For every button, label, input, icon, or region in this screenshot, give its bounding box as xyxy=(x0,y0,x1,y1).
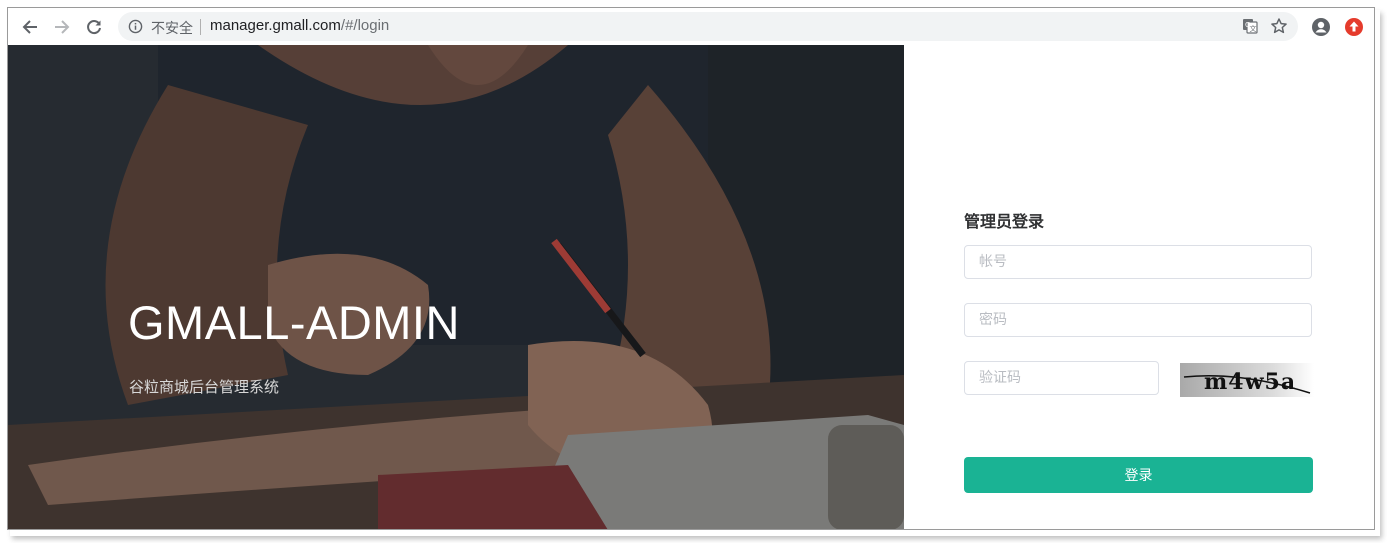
hero-background-image xyxy=(8,45,904,529)
profile-icon[interactable] xyxy=(1311,17,1331,37)
browser-toolbar: 不安全 manager.gmall.com/#/login G 文 xyxy=(8,8,1374,46)
url-host: manager.gmall.com xyxy=(210,17,341,34)
url-text[interactable]: manager.gmall.com/#/login xyxy=(210,17,389,34)
back-button[interactable] xyxy=(18,15,42,39)
forward-button[interactable] xyxy=(50,15,74,39)
star-icon[interactable] xyxy=(1270,17,1288,35)
omnibox-divider xyxy=(200,19,201,35)
extension-icon[interactable] xyxy=(1344,17,1364,37)
captcha-input[interactable] xyxy=(964,361,1159,395)
svg-text:文: 文 xyxy=(1250,24,1257,33)
arrow-right-icon xyxy=(55,20,70,34)
captcha-text: m4w5a xyxy=(1204,369,1296,395)
hero-subtitle: 谷粒商城后台管理系统 xyxy=(129,378,280,396)
address-bar[interactable]: 不安全 manager.gmall.com/#/login G 文 xyxy=(118,12,1298,41)
browser-window: 不安全 manager.gmall.com/#/login G 文 GMALL-… xyxy=(7,7,1375,530)
hero-banner: GMALL-ADMIN 谷粒商城后台管理系统 xyxy=(8,45,904,529)
captcha-image[interactable]: m4w5a xyxy=(1180,363,1314,397)
login-button[interactable]: 登录 xyxy=(964,457,1313,493)
password-input[interactable] xyxy=(964,303,1312,337)
url-path: /#/login xyxy=(340,17,390,34)
translate-icon[interactable]: G 文 xyxy=(1242,18,1258,34)
reload-button[interactable] xyxy=(82,15,106,39)
security-label[interactable]: 不安全 xyxy=(151,18,193,38)
info-icon[interactable] xyxy=(128,19,143,34)
reload-icon xyxy=(87,20,101,35)
arrow-left-icon xyxy=(22,20,37,34)
hero-title: GMALL-ADMIN xyxy=(128,296,460,349)
username-input[interactable] xyxy=(964,245,1312,279)
login-panel: 管理员登录 m4w5a 登录 xyxy=(904,45,1374,529)
login-title: 管理员登录 xyxy=(964,212,1045,231)
login-page: GMALL-ADMIN 谷粒商城后台管理系统 管理员登录 帐号 验证码 m4w5… xyxy=(8,45,1374,529)
